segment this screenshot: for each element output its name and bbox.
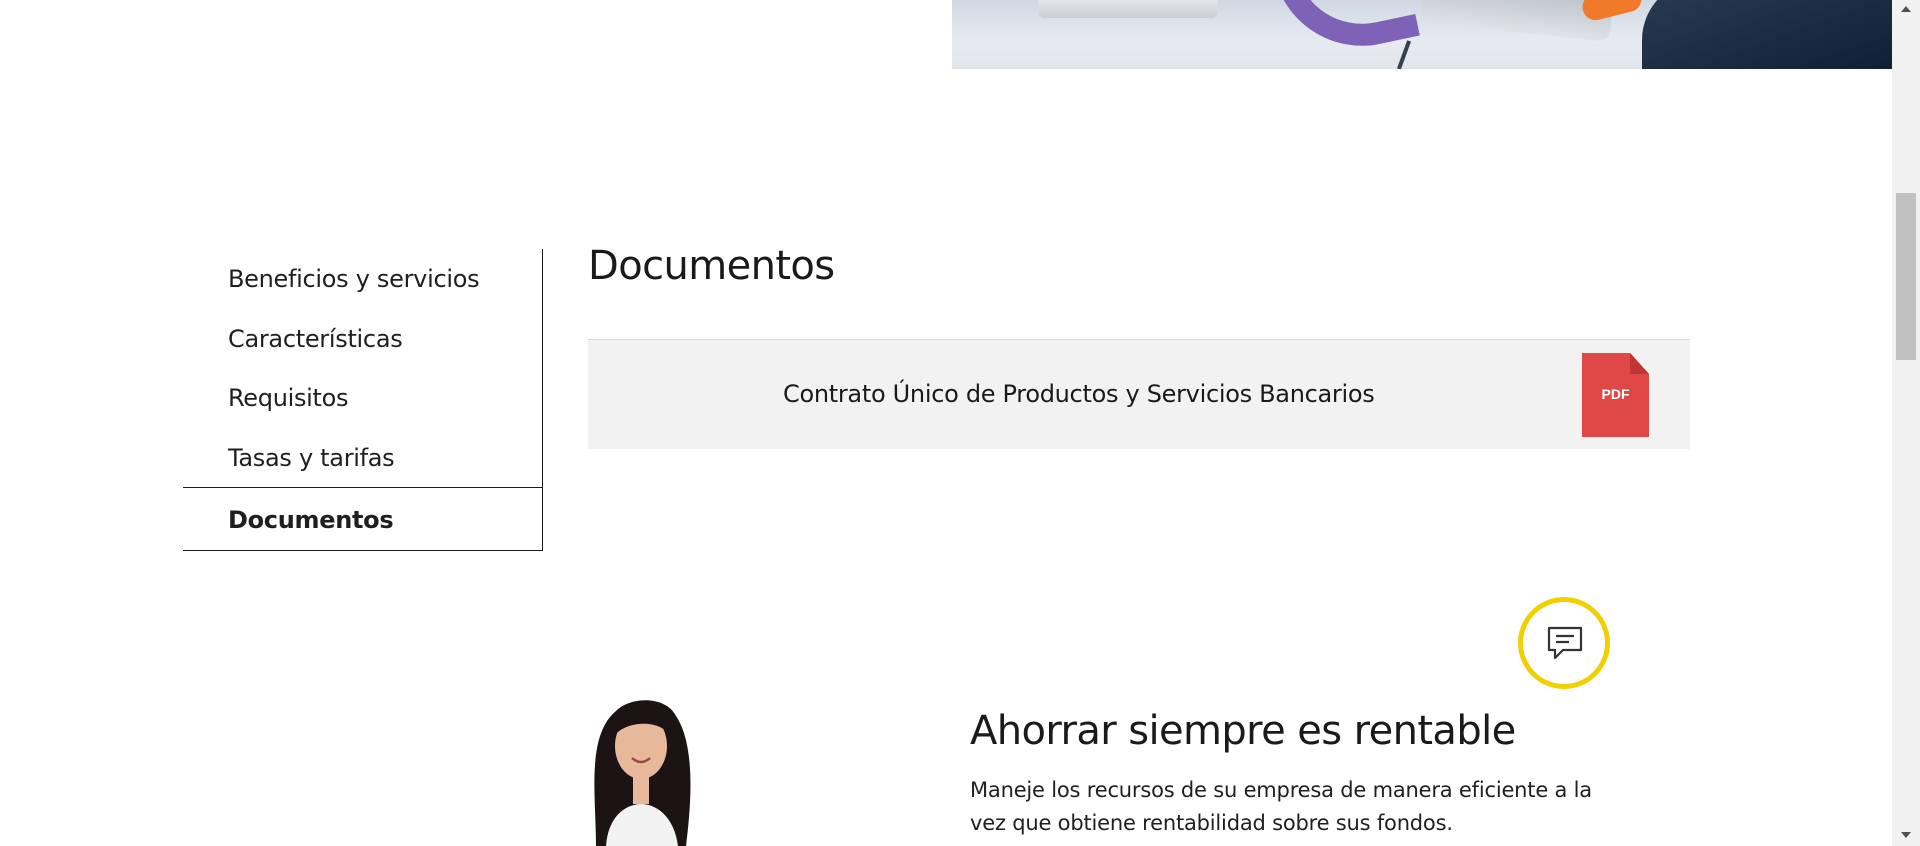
page: Beneficios y servicios Características R… [0,0,1920,846]
document-name[interactable]: Contrato Único de Productos y Servicios … [783,380,1375,408]
promo-heading: Ahorrar siempre es rentable [970,708,1516,754]
promo-person-image [556,676,726,846]
document-row[interactable]: Contrato Único de Productos y Servicios … [588,339,1690,449]
side-nav-item-beneficios[interactable]: Beneficios y servicios [228,265,480,293]
pdf-label: PDF [1601,386,1630,402]
scroll-down-arrow-icon[interactable] [1901,832,1911,838]
section-side-nav: Beneficios y servicios Características R… [183,249,543,551]
scroll-up-arrow-icon[interactable] [1901,6,1911,12]
side-nav-item-requisitos[interactable]: Requisitos [228,384,349,412]
documents-heading: Documentos [588,243,835,289]
purple-strap-graphic [1274,0,1420,63]
laptop-graphic [1038,0,1218,18]
side-nav-item-tasas[interactable]: Tasas y tarifas [228,444,395,472]
scroll-thumb[interactable] [1896,193,1916,360]
chat-button[interactable] [1518,597,1610,689]
person-suit-graphic [1642,0,1892,69]
side-nav-item-documentos-active[interactable]: Documentos [183,487,543,551]
promo-description: Maneje los recursos de su empresa de man… [970,778,1592,835]
chat-bubble-icon [1547,626,1583,660]
side-nav-item-caracteristicas[interactable]: Características [228,325,403,353]
pen-graphic [1396,40,1412,69]
side-nav-item-documentos-label: Documentos [228,506,394,534]
vertical-scrollbar[interactable] [1892,0,1920,846]
hero-image [952,0,1892,69]
